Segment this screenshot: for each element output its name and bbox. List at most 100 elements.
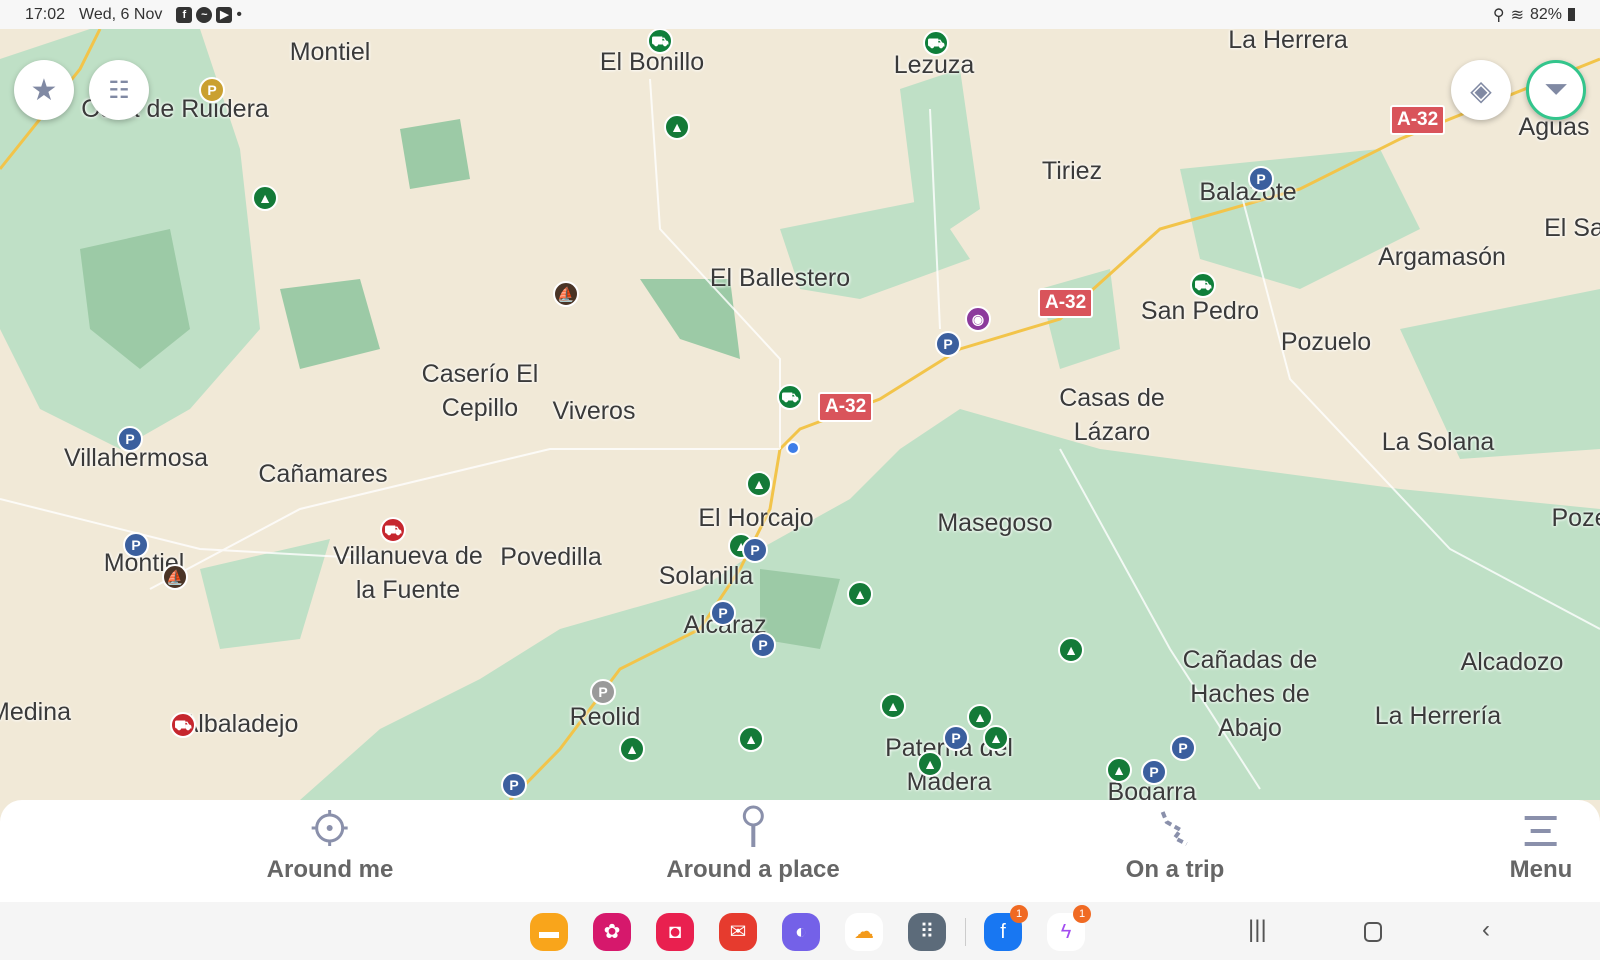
campervan-icon[interactable]: ⛟ bbox=[923, 30, 949, 56]
place-label: El Ballestero bbox=[709, 264, 851, 292]
road-shield: A-32 bbox=[1390, 105, 1446, 135]
bottom-navigation: Around me Around a place On a trip Menu bbox=[0, 800, 1600, 902]
campervan-icon[interactable]: ⛟ bbox=[1190, 272, 1216, 298]
tree-icon[interactable]: ▲ bbox=[917, 751, 943, 777]
layers-button[interactable]: ◈ bbox=[1451, 60, 1511, 120]
parking-icon[interactable]: P bbox=[943, 725, 969, 751]
place-label: El Sa bbox=[1544, 214, 1600, 242]
gallery-app-icon[interactable]: ✿ bbox=[593, 913, 631, 951]
nav-label: Around me bbox=[266, 856, 394, 883]
parking-icon[interactable]: P bbox=[117, 426, 143, 452]
wifi-icon: ≋ bbox=[1510, 6, 1524, 24]
place-label: Alcadozo bbox=[1460, 648, 1564, 676]
campervan-icon[interactable]: ⛟ bbox=[647, 29, 673, 54]
location-icon: ⚲ bbox=[1492, 6, 1505, 24]
parking-icon[interactable]: P bbox=[590, 679, 616, 705]
parking-icon[interactable]: P bbox=[1170, 735, 1196, 761]
crosshair-icon bbox=[311, 810, 348, 846]
parking-icon[interactable]: P bbox=[710, 600, 736, 626]
place-label: Pozuelo bbox=[1280, 328, 1372, 356]
place-label: Argamasón bbox=[1378, 243, 1506, 271]
parking-icon[interactable]: P bbox=[1248, 166, 1274, 192]
parking-icon[interactable]: P bbox=[199, 77, 225, 103]
on-a-trip-tab[interactable]: On a trip bbox=[1126, 800, 1224, 902]
list-icon: ☷ bbox=[108, 76, 130, 104]
parking-icon[interactable]: P bbox=[935, 331, 961, 357]
place-label: La Herrera bbox=[1228, 29, 1348, 54]
messenger-app-icon[interactable]: ϟ1 bbox=[1047, 905, 1091, 951]
tree-icon[interactable]: ▲ bbox=[1058, 637, 1084, 663]
filter-button[interactable]: ⏷ bbox=[1526, 60, 1586, 120]
cloud-app-icon[interactable]: ☁ bbox=[845, 913, 883, 951]
layers-icon: ◈ bbox=[1470, 74, 1492, 106]
list-view-button[interactable]: ☷ bbox=[89, 60, 149, 120]
recent-apps-button[interactable]: ||| bbox=[1248, 916, 1267, 944]
place-label: Reolid bbox=[569, 703, 641, 731]
route-icon bbox=[1161, 811, 1188, 846]
place-label: La Solana bbox=[1381, 428, 1495, 456]
around-a-place-tab[interactable]: Around a place bbox=[666, 800, 840, 902]
filter-icon: ⏷ bbox=[1544, 73, 1568, 106]
notification-badge: 1 bbox=[1073, 905, 1091, 923]
place-label: Albaladejo bbox=[181, 710, 299, 738]
app-drawer-icon[interactable]: ⠿ bbox=[908, 913, 946, 951]
tree-icon[interactable]: ▲ bbox=[1106, 757, 1132, 783]
email-app-icon[interactable]: ✉ bbox=[719, 913, 757, 951]
around-me-tab[interactable]: Around me bbox=[266, 800, 394, 902]
place-label: Cañadas de Haches de Abajo bbox=[1182, 646, 1318, 742]
tree-icon[interactable]: ▲ bbox=[983, 725, 1009, 751]
place-label: Masegoso bbox=[937, 509, 1053, 537]
home-button[interactable] bbox=[1364, 922, 1382, 942]
tree-icon[interactable]: ▲ bbox=[746, 471, 772, 497]
service-icon[interactable]: ◉ bbox=[965, 306, 991, 332]
menu-tab[interactable]: Menu bbox=[1509, 800, 1573, 902]
map-terrain bbox=[0, 29, 1600, 800]
nav-label: Around a place bbox=[666, 856, 840, 883]
map[interactable]: Montiel El Bonillo Lezuza La Herrera Oss… bbox=[0, 29, 1600, 800]
boat-icon[interactable]: ⛵ bbox=[162, 564, 188, 590]
parking-icon[interactable]: P bbox=[1141, 759, 1167, 785]
parking-icon[interactable]: P bbox=[750, 632, 776, 658]
status-bar: 17:02 Wed, 6 Nov f ~ ▶ • ⚲ ≋ 82% bbox=[0, 0, 1600, 29]
system-dock: ▬ ✿ ◘ ✉ ◐ ☁ ⠿ f1 ϟ1 ||| ‹ bbox=[0, 902, 1600, 960]
favorites-button[interactable]: ★ bbox=[14, 60, 74, 120]
star-icon: ★ bbox=[30, 73, 58, 107]
files-app-icon[interactable]: ▬ bbox=[530, 913, 568, 951]
place-label: San Pedro bbox=[1140, 297, 1260, 325]
place-label: Medina bbox=[0, 698, 71, 726]
battery-icon bbox=[1568, 8, 1575, 21]
road-shield: A-32 bbox=[1038, 288, 1094, 318]
place-label: Montiel bbox=[289, 38, 371, 66]
parking-icon[interactable]: P bbox=[742, 537, 768, 563]
place-label: Viveros bbox=[552, 397, 636, 425]
boat-icon[interactable]: ⛵ bbox=[553, 281, 579, 307]
facebook-app-icon[interactable]: f1 bbox=[984, 905, 1028, 951]
back-button[interactable]: ‹ bbox=[1482, 916, 1490, 944]
place-label: Povedilla bbox=[500, 543, 602, 571]
campervan-icon[interactable]: ⛟ bbox=[170, 712, 196, 738]
browser-app-icon[interactable]: ◐ bbox=[782, 913, 820, 951]
place-label: La Herrería bbox=[1374, 702, 1502, 730]
pin-icon bbox=[742, 805, 764, 847]
parking-icon[interactable]: P bbox=[123, 532, 149, 558]
facebook-icon: f bbox=[176, 6, 193, 23]
messenger-icon: ~ bbox=[196, 6, 213, 23]
tree-icon[interactable]: ▲ bbox=[619, 736, 645, 762]
parking-icon[interactable]: P bbox=[501, 772, 527, 798]
place-label: El Horcajo bbox=[698, 504, 814, 532]
tree-icon[interactable]: ▲ bbox=[664, 114, 690, 140]
campervan-icon[interactable]: ⛟ bbox=[380, 517, 406, 543]
tree-icon[interactable]: ▲ bbox=[880, 693, 906, 719]
camera-app-icon[interactable]: ◘ bbox=[656, 913, 694, 951]
campervan-icon[interactable]: ⛟ bbox=[777, 384, 803, 410]
nav-label: Menu bbox=[1509, 856, 1573, 883]
tree-icon[interactable]: ▲ bbox=[738, 726, 764, 752]
youtube-icon: ▶ bbox=[216, 6, 233, 23]
place-label: Cañamares bbox=[258, 460, 388, 488]
tree-icon[interactable]: ▲ bbox=[252, 185, 278, 211]
tree-icon[interactable]: ▲ bbox=[847, 581, 873, 607]
battery-text: 82% bbox=[1529, 5, 1562, 23]
place-label: Tiriez bbox=[1041, 157, 1103, 185]
status-time: 17:02 bbox=[25, 5, 66, 23]
place-label: Caserío El Cepillo bbox=[421, 360, 539, 422]
